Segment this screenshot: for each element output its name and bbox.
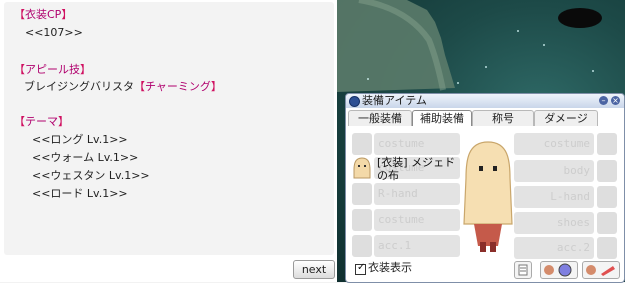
dialog-text-area: 【衣装CP】 <<107>> 【アピール技】 ブレイジングバリスタ【チャーミング… (4, 2, 334, 255)
slot-left-costume-3[interactable]: costume (374, 209, 460, 231)
star-sparkle (543, 44, 545, 46)
window-icon (349, 96, 360, 107)
slot-icon-placeholder (352, 133, 372, 155)
star-sparkle (457, 82, 459, 84)
slot-left-acc1[interactable]: acc.1 (374, 235, 460, 257)
slot-icon-placeholder (352, 183, 372, 205)
dialog-line-theme-warm: <<ウォーム Lv.1>> (32, 151, 139, 164)
slot-icon-placeholder (597, 212, 617, 234)
slot-right-lhand[interactable]: L-hand (514, 186, 594, 208)
slot-icon-placeholder (352, 209, 372, 231)
swap-character-icon[interactable] (540, 261, 578, 279)
character-option-icon[interactable] (582, 261, 620, 279)
dialog-line-theme-long: <<ロング Lv.1>> (32, 133, 128, 146)
dialog-line-theme-road: <<ロード Lv.1>> (32, 187, 128, 200)
equipped-item-name: [衣装] メジェド の布 (377, 156, 456, 182)
meget-cloth-icon[interactable] (352, 156, 372, 180)
npc-dialog-window: 【衣装CP】 <<107>> 【アピール技】 ブレイジングバリスタ【チャーミング… (0, 0, 337, 282)
show-costume-label: 衣装表示 (368, 261, 412, 274)
slot-right-acc2[interactable]: acc.2 (514, 237, 594, 259)
star-sparkle (517, 30, 519, 32)
slot-right-costume[interactable]: costume (514, 133, 594, 155)
slot-icon-placeholder (597, 133, 617, 155)
tab-general-equipment[interactable]: 一般装備 (348, 110, 412, 126)
dialog-line-costume-cp: 【衣装CP】 (14, 8, 73, 21)
star-sparkle (367, 78, 369, 80)
tab-title[interactable]: 称号 (472, 110, 534, 126)
slot-icon-placeholder (597, 160, 617, 182)
slot-right-body[interactable]: body (514, 160, 594, 182)
slot-left-rhand[interactable]: R-hand (374, 183, 460, 205)
tab-support-equipment[interactable]: 補助装備 (412, 110, 472, 126)
star-sparkle (485, 66, 487, 68)
dialog-line-appeal-skill: 【アピール技】 (14, 63, 91, 76)
slot-icon-placeholder (597, 237, 617, 259)
close-icon[interactable]: × (611, 96, 620, 105)
equipment-title-bar[interactable]: 装備アイテム – × (346, 94, 624, 108)
character-preview (463, 141, 513, 252)
dialog-line-theme: 【テーマ】 (14, 115, 69, 128)
equipment-title: 装備アイテム (362, 94, 427, 107)
slot-icon-placeholder (352, 235, 372, 257)
minimize-icon[interactable]: – (599, 96, 608, 105)
dialog-line-cp-value: <<107>> (18, 26, 83, 39)
dialog-line-theme-western: <<ウェスタン Lv.1>> (32, 169, 150, 182)
tab-damage[interactable]: ダメージ (534, 110, 598, 126)
slot-icon-placeholder (597, 186, 617, 208)
star-sparkle (592, 70, 594, 72)
slot-left-costume-1[interactable]: costume (374, 133, 460, 155)
next-button[interactable]: next (293, 260, 335, 279)
equipment-tabs: 一般装備 補助装備 称号 ダメージ (348, 110, 622, 126)
slot-right-shoes[interactable]: shoes (514, 212, 594, 234)
show-costume-checkbox[interactable]: ✓ (355, 262, 366, 275)
dialog-line-skill-name: ブレイジングバリスタ【チャーミング】 (24, 80, 222, 93)
notes-icon[interactable] (514, 261, 532, 279)
